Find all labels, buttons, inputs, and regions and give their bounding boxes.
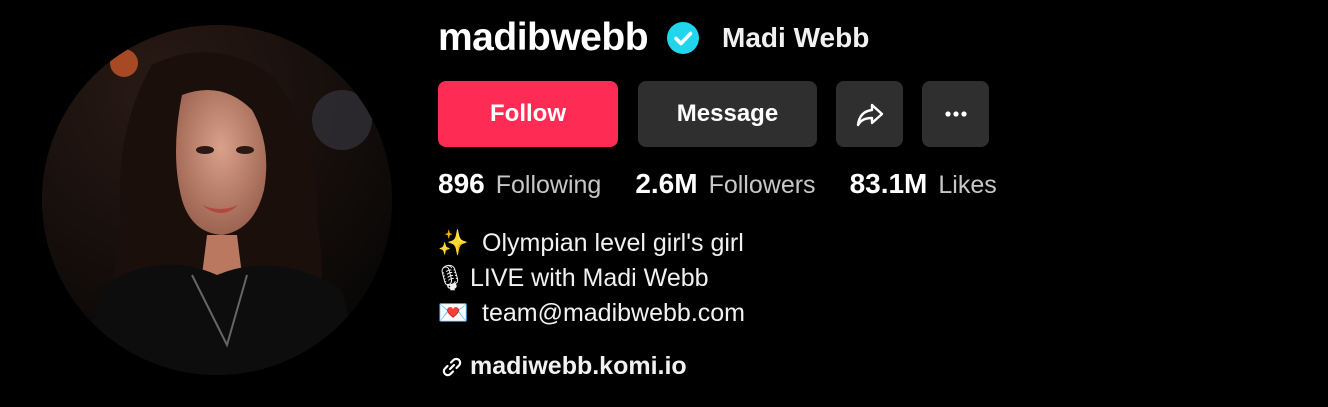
stat-label: Followers [708, 171, 816, 199]
profile-stats: 896 Following 2.6M Followers 83.1M Likes [438, 168, 1031, 200]
verified-badge-icon [666, 21, 700, 55]
bio-line: ✨ Olympian level girl's girl [437, 226, 745, 261]
avatar-photo [42, 25, 392, 375]
stat-label: Following [495, 171, 602, 199]
stat-likes: 83.1M Likes [850, 168, 997, 200]
profile-username: madibwebb [438, 16, 649, 59]
action-buttons: Follow Message [438, 81, 989, 147]
bio-line: 💌 team@madibwebb.com [437, 296, 745, 331]
microphone-icon: 🎙 [434, 264, 466, 292]
bio-text: LIVE with Madi Webb [470, 264, 709, 292]
share-icon [856, 103, 883, 127]
follow-button[interactable]: Follow [438, 81, 618, 147]
profile-link-text: madiwebb.komi.io [470, 352, 687, 380]
bio-text: Olympian level girl's girl [482, 229, 744, 257]
message-button-label: Message [676, 100, 779, 127]
sparkles-icon: ✨ [437, 229, 469, 257]
follow-button-label: Follow [490, 100, 566, 127]
name-row: madibwebb Madi Webb [438, 14, 869, 62]
profile-link[interactable]: madiwebb.komi.io [440, 352, 687, 381]
share-button[interactable] [836, 81, 903, 147]
bio-text: team@madibwebb.com [482, 299, 745, 327]
link-icon [442, 357, 462, 376]
stat-value: 2.6M [635, 168, 698, 199]
stat-value: 896 [438, 168, 485, 199]
more-icon [944, 111, 967, 117]
stat-following[interactable]: 896 Following [438, 168, 601, 200]
love-letter-icon: 💌 [437, 299, 469, 327]
stat-label: Likes [938, 171, 997, 199]
stat-followers[interactable]: 2.6M Followers [635, 168, 815, 200]
profile-nickname: Madi Webb [722, 22, 870, 53]
profile-bio: ✨ Olympian level girl's girl 🎙 LIVE with… [434, 226, 745, 331]
message-button[interactable]: Message [638, 81, 817, 147]
more-options-button[interactable] [922, 81, 989, 147]
bio-line: 🎙 LIVE with Madi Webb [434, 261, 745, 296]
stat-value: 83.1M [849, 168, 928, 199]
profile-avatar[interactable] [42, 25, 392, 375]
